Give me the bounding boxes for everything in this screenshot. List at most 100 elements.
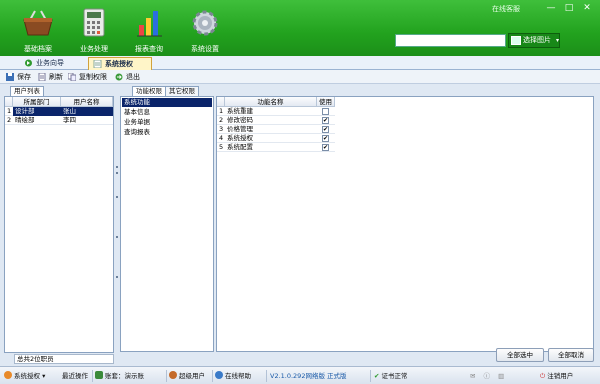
table-row[interactable]: 1 设计部 张山 [5, 107, 113, 116]
cell-function-name: 价格管理 [227, 125, 253, 133]
row-number: 5 [219, 143, 224, 151]
refresh-button[interactable]: 刷新 [38, 72, 63, 82]
cell-department[interactable]: 晴绘部 [15, 116, 35, 125]
save-button[interactable]: 保存 [6, 72, 31, 82]
online-service-link[interactable]: 在线客服 [492, 4, 520, 14]
tab-system-auth[interactable]: 系统授权 [88, 57, 152, 70]
use-checkbox[interactable]: ✔ [322, 144, 329, 151]
logout-button[interactable]: ⏻ 注销用户 [540, 371, 573, 381]
search-input[interactable] [395, 34, 506, 47]
tab-label: 业务向导 [36, 59, 64, 67]
row-number: 2 [7, 116, 12, 124]
module-item[interactable]: 基本信息 [122, 108, 212, 117]
cell-username[interactable]: 李四 [63, 116, 76, 125]
module-item[interactable]: 查询报表 [122, 128, 212, 137]
user-grid: 所属部门 用户名称 1 设计部 张山 2 晴绘部 李四 [4, 96, 114, 353]
chart-icon[interactable]: ▥ [498, 372, 504, 380]
minimize-button[interactable]: — [544, 2, 558, 14]
use-checkbox[interactable] [322, 108, 329, 115]
check-icon: ✔ [374, 372, 380, 380]
employee-count: 总共2位职员 [14, 354, 114, 364]
divider [370, 370, 371, 382]
online-help[interactable]: 在线帮助 [215, 371, 251, 381]
close-button[interactable]: ✕ [580, 2, 594, 14]
table-row[interactable]: 1 系统重建 [217, 107, 335, 116]
column-header-function-name[interactable]: 功能名称 [225, 97, 317, 107]
use-checkbox[interactable]: ✔ [322, 126, 329, 133]
bar-chart-icon [137, 11, 162, 37]
status-label: 注销用户 [547, 372, 574, 380]
use-checkbox[interactable]: ✔ [322, 117, 329, 124]
calculator-icon [83, 8, 105, 37]
status-label: 在线帮助 [225, 372, 251, 380]
row-number: 2 [219, 116, 224, 124]
module-item[interactable]: 业务单据 [122, 118, 212, 127]
grid-corner [5, 97, 13, 107]
column-header-use[interactable]: 使用 [317, 97, 335, 107]
status-label: 超级用户 [179, 372, 205, 380]
row-number: 1 [7, 107, 12, 115]
nav-label: 业务处理 [80, 45, 108, 53]
row-number: 1 [219, 107, 224, 115]
module-list: 系统功能 基本信息 业务单据 查询报表 [120, 96, 214, 352]
cell-function-name: 系统授权 [227, 134, 253, 142]
cell-function-name: 系统配置 [227, 143, 253, 151]
account-icon [95, 371, 103, 379]
tab-user-list[interactable]: 用户列表 [10, 86, 44, 96]
refresh-label: 刷新 [49, 73, 63, 81]
table-row[interactable]: 2 晴绘部 李四 [5, 116, 113, 125]
table-row[interactable]: 4 系统授权 ✔ [217, 134, 335, 143]
column-header-username[interactable]: 用户名称 [61, 97, 113, 107]
tab-other-permission[interactable]: 其它权限 [165, 86, 199, 96]
cell-department[interactable]: 设计部 [13, 107, 61, 116]
status-label: 证书正常 [381, 372, 408, 380]
status-bar: 系统授权 ▾ 最近操作 账套：演示账 超级用户 在线帮助 V2.1.0.292网… [0, 366, 600, 384]
basket-icon [23, 10, 53, 36]
nav-settings[interactable]: 系统设置 [180, 8, 230, 54]
cell-function-name: 修改密码 [227, 116, 253, 124]
info-icon[interactable]: ⓘ [484, 372, 491, 380]
maximize-button[interactable]: □ [562, 2, 576, 14]
system-auth-menu[interactable]: 系统授权 ▾ [4, 371, 45, 381]
image-icon [511, 36, 521, 45]
module-item[interactable]: 系统功能 [122, 98, 212, 107]
use-checkbox[interactable]: ✔ [322, 135, 329, 142]
account-set: 账套：演示账 [95, 371, 165, 381]
column-header-department[interactable]: 所属部门 [13, 97, 61, 107]
table-row[interactable]: 2 修改密码 ✔ [217, 116, 335, 125]
divider [166, 370, 167, 382]
page-tab-bar: 业务向导 系统授权 [0, 56, 600, 70]
cell-function-name: 系统重建 [227, 107, 253, 115]
function-permission-grid: 功能名称 使用 1 系统重建 2 修改密码 ✔ 3 价格管理 ✔ 4 系统授权 … [216, 96, 594, 352]
select-image-button[interactable]: 选择图片 ▾ [508, 33, 560, 48]
table-row[interactable]: 5 系统配置 ✔ [217, 143, 335, 152]
exit-icon [115, 73, 123, 81]
status-label: 系统授权 [14, 372, 40, 380]
toolbar: 保存 刷新 复制权限 退出 [0, 70, 600, 84]
cell-username[interactable]: 张山 [61, 107, 113, 116]
exit-label: 退出 [126, 73, 140, 81]
copy-permission-button[interactable]: 复制权限 [68, 72, 107, 82]
tab-business-guide[interactable]: 业务向导 [20, 57, 80, 70]
user-list-panel: 用户列表 所属部门 用户名称 1 设计部 张山 2 晴绘部 李四 总共2位职员 [4, 86, 114, 364]
cancel-all-button[interactable]: 全部取消 [548, 348, 594, 362]
mail-icon[interactable]: ✉ [470, 372, 475, 380]
select-all-button[interactable]: 全部选中 [496, 348, 544, 362]
current-user: 超级用户 [169, 371, 205, 381]
save-icon [6, 73, 14, 81]
nav-label: 基础档案 [24, 45, 52, 53]
status-tool-icons: ✉ ⓘ ▥ [470, 371, 504, 381]
recent-operations[interactable]: 最近操作 [62, 371, 88, 381]
tab-function-permission[interactable]: 功能权限 [132, 86, 166, 96]
select-image-label: 选择图片 [523, 36, 551, 44]
divider [212, 370, 213, 382]
nav-business[interactable]: 业务处理 [69, 8, 119, 54]
version-info: V2.1.0.292网络版 正式版 [270, 372, 347, 380]
nav-basic-files[interactable]: 基础档案 [13, 8, 63, 54]
table-row[interactable]: 3 价格管理 ✔ [217, 125, 335, 134]
row-number: 4 [219, 134, 224, 142]
exit-button[interactable]: 退出 [115, 72, 140, 82]
dropdown-arrow-icon: ▾ [556, 37, 560, 44]
orb-icon [4, 371, 12, 379]
nav-reports[interactable]: 报表查询 [124, 8, 174, 54]
